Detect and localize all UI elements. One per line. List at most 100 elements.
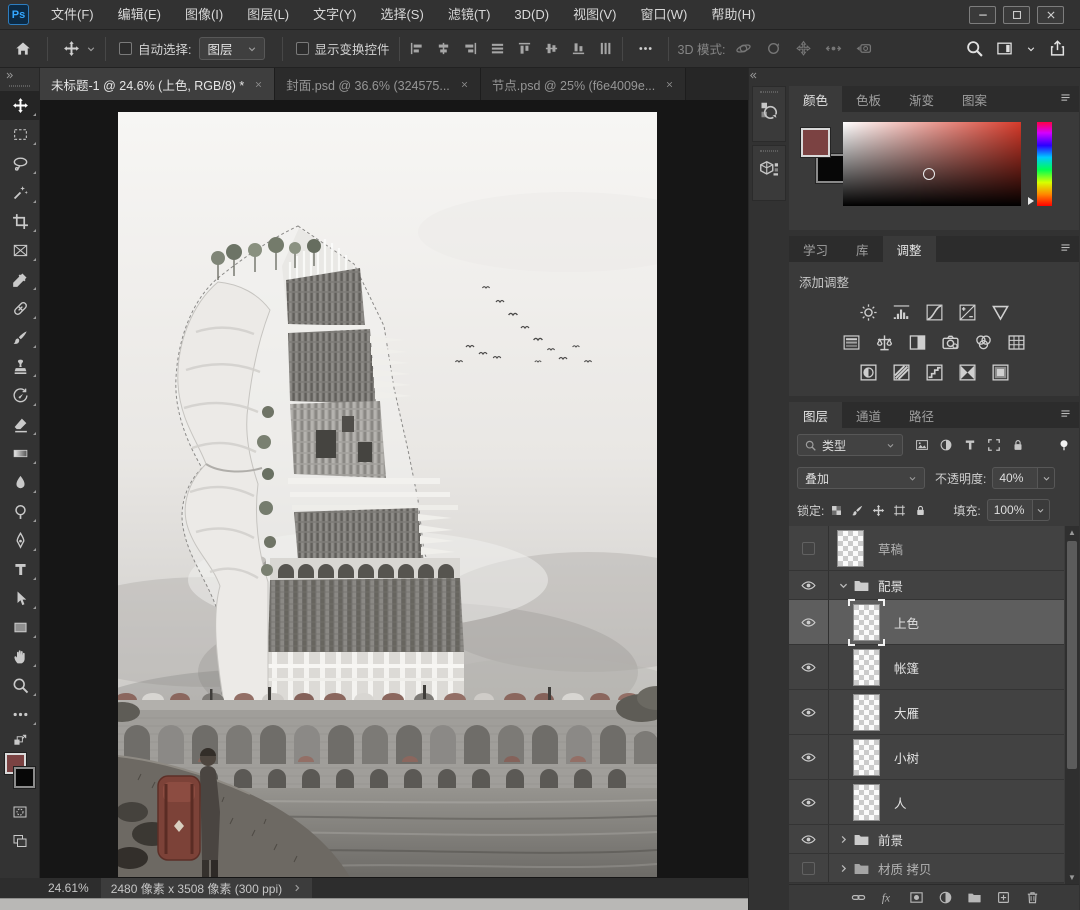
fill-input[interactable]: 100%: [987, 499, 1033, 521]
posterize-button[interactable]: [889, 360, 913, 384]
color-cursor[interactable]: [923, 168, 935, 180]
path-select-tool[interactable]: [0, 584, 40, 613]
layer-thumbnail[interactable]: [853, 739, 880, 776]
layer-row-草稿[interactable]: 草稿: [789, 526, 1064, 571]
menu-item-8[interactable]: 视图(V): [561, 0, 628, 30]
workspace-button[interactable]: [996, 40, 1013, 57]
hue-slider-marker[interactable]: [1028, 197, 1034, 205]
folder-button[interactable]: [967, 890, 982, 905]
menu-item-10[interactable]: 帮助(H): [699, 0, 767, 30]
slide-3d-button[interactable]: [825, 40, 842, 57]
adjustments-tab-库[interactable]: 库: [842, 236, 883, 262]
history-panel-tab[interactable]: [752, 86, 786, 142]
lock-move-button[interactable]: [872, 504, 885, 517]
horizontal-scrollbar[interactable]: [0, 898, 748, 910]
adjustments-tab-调整[interactable]: 调整: [883, 236, 936, 262]
layers-tab-通道[interactable]: 通道: [842, 402, 895, 428]
hand-tool[interactable]: [0, 642, 40, 671]
close-tab-icon[interactable]: [460, 80, 469, 89]
layer-row-材质 拷贝[interactable]: 材质 拷贝: [789, 854, 1064, 883]
menu-item-9[interactable]: 窗口(W): [628, 0, 699, 30]
layer-row-大雁[interactable]: 大雁: [789, 690, 1064, 735]
channel-mixer-button[interactable]: [972, 330, 996, 354]
dodge-tool[interactable]: [0, 497, 40, 526]
layer-row-人[interactable]: 人: [789, 780, 1064, 825]
brush-tool[interactable]: [0, 323, 40, 352]
visibility-toggle[interactable]: [789, 854, 829, 882]
delete-button[interactable]: [1025, 890, 1040, 905]
document-canvas[interactable]: [118, 112, 657, 877]
edit-toolbar[interactable]: [0, 700, 40, 729]
layer-row-配景[interactable]: 配景: [789, 571, 1064, 600]
levels-button[interactable]: [889, 300, 913, 324]
menu-item-0[interactable]: 文件(F): [39, 0, 106, 30]
visibility-toggle[interactable]: [789, 735, 829, 779]
chevron-down-button[interactable]: [1026, 44, 1036, 54]
menu-item-3[interactable]: 图层(L): [235, 0, 301, 30]
zoom-level[interactable]: 24.61%: [0, 881, 101, 895]
3d-panel-tab[interactable]: [752, 145, 786, 201]
align-top-button[interactable]: [517, 41, 532, 56]
show-transform-checkbox[interactable]: [296, 42, 309, 55]
maximize-button[interactable]: [1003, 6, 1030, 24]
align-center-v-button[interactable]: [544, 41, 559, 56]
filter-toggle-button[interactable]: [1057, 438, 1071, 452]
color-panel-menu-icon[interactable]: [1059, 91, 1072, 104]
lasso-tool[interactable]: [0, 149, 40, 178]
shape-filter-button[interactable]: [987, 438, 1001, 452]
visibility-toggle[interactable]: [789, 526, 829, 570]
visibility-toggle[interactable]: [789, 780, 829, 824]
black-white-button[interactable]: [906, 330, 930, 354]
visibility-toggle[interactable]: [789, 645, 829, 689]
lock-artboard-button[interactable]: [893, 504, 906, 517]
canvas-pasteboard[interactable]: [40, 100, 748, 878]
pan-3d-button[interactable]: [795, 40, 812, 57]
document-info[interactable]: 2480 像素 x 3508 像素 (300 ppi): [101, 878, 312, 898]
color-tab-颜色[interactable]: 颜色: [789, 86, 842, 112]
expand-toolbar-button[interactable]: [0, 68, 39, 83]
layer-row-帐篷[interactable]: 帐篷: [789, 645, 1064, 690]
blur-tool[interactable]: [0, 468, 40, 497]
color-tab-色板[interactable]: 色板: [842, 86, 895, 112]
document-tab-2[interactable]: 封面.psd @ 36.6% (324575...: [275, 68, 480, 100]
visibility-toggle[interactable]: [789, 825, 829, 853]
layers-scrollbar[interactable]: ▲ ▼: [1064, 526, 1079, 884]
close-tab-icon[interactable]: [254, 80, 263, 89]
quick-mask-button[interactable]: [0, 797, 40, 826]
chevron-right-icon[interactable]: [838, 834, 849, 845]
scroll-up-arrow[interactable]: ▲: [1065, 526, 1079, 539]
vibrance-button[interactable]: [988, 300, 1012, 324]
selective-color-button[interactable]: [988, 360, 1012, 384]
scrollbar-thumb[interactable]: [1067, 541, 1077, 769]
distribute-h-button[interactable]: [490, 41, 505, 56]
fill-dropdown-button[interactable]: [1033, 499, 1050, 521]
type-tool[interactable]: [0, 555, 40, 584]
layer-thumbnail[interactable]: [853, 604, 880, 641]
close-button[interactable]: [1037, 6, 1064, 24]
document-tab-3[interactable]: 节点.psd @ 25% (f6e4009e...: [481, 68, 686, 100]
layer-row-上色[interactable]: 上色: [789, 600, 1064, 645]
filter-type-dropdown[interactable]: 类型: [797, 434, 903, 456]
history-brush-tool[interactable]: [0, 381, 40, 410]
screen-mode-button[interactable]: [0, 826, 40, 855]
adjustments-tab-学习[interactable]: 学习: [789, 236, 842, 262]
color-balance-button[interactable]: [873, 330, 897, 354]
document-tab-1[interactable]: 未标题-1 @ 24.6% (上色, RGB/8) *: [40, 68, 275, 100]
clone-stamp-tool[interactable]: [0, 352, 40, 381]
marquee-tool[interactable]: [0, 120, 40, 149]
frame-tool[interactable]: [0, 236, 40, 265]
visibility-toggle[interactable]: [789, 600, 829, 644]
roll-3d-button[interactable]: [765, 40, 782, 57]
gradient-map-button[interactable]: [955, 360, 979, 384]
layer-row-前景[interactable]: 前景: [789, 825, 1064, 854]
background-color-swatch[interactable]: [14, 767, 35, 788]
align-bottom-button[interactable]: [571, 41, 586, 56]
menu-item-2[interactable]: 图像(I): [173, 0, 235, 30]
invert-button[interactable]: [856, 360, 880, 384]
background-color-swatch[interactable]: [816, 154, 845, 183]
chevron-right-icon[interactable]: [838, 863, 849, 874]
healing-brush-tool[interactable]: [0, 294, 40, 323]
layer-row-小树[interactable]: 小树: [789, 735, 1064, 780]
menu-item-6[interactable]: 滤镜(T): [436, 0, 503, 30]
share-button[interactable]: [1049, 40, 1066, 57]
